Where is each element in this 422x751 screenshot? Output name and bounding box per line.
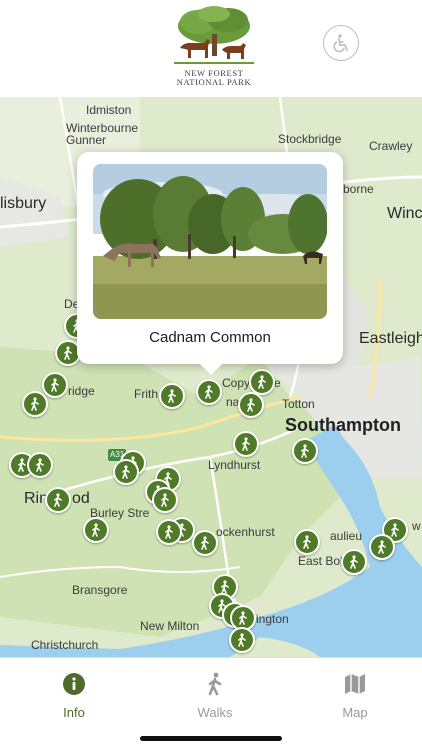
walker-icon (64, 346, 72, 360)
map-view[interactable]: Idmiston Winterbourne Gunner Stockbridge… (0, 97, 422, 657)
place-gunner: Gunner (66, 133, 107, 147)
walker-icon (168, 389, 176, 403)
place-beaulieu: aulieu (330, 529, 363, 543)
walker-icon (378, 540, 386, 554)
walker-icon (54, 493, 62, 507)
place-eastleigh: Eastleigh (359, 330, 422, 347)
tab-walks-label: Walks (197, 705, 233, 720)
place-christchurch: Christchurch (31, 638, 99, 652)
place-new-milton: New Milton (140, 619, 200, 633)
place-idmiston: Idmiston (86, 103, 132, 117)
place-borne: borne (343, 182, 374, 196)
place-lyndhurst: Lyndhurst (208, 458, 261, 472)
place-stockbridge: Stockbridge (278, 132, 342, 146)
logo-text-line2: NATIONAL PARK (176, 77, 252, 87)
place-salisbury: lisbury (0, 195, 47, 212)
walker-icon (122, 465, 130, 479)
walk-callout[interactable]: Cadnam Common (77, 152, 343, 375)
place-copythorne-end: e (274, 376, 281, 390)
place-lymington: ington (256, 612, 289, 626)
walker-icon (221, 580, 229, 594)
walk-marker[interactable] (196, 379, 222, 405)
walker-icon (301, 444, 309, 458)
tree-ponies-icon (174, 6, 254, 64)
callout-title: Cadnam Common (149, 329, 271, 346)
walker-icon (350, 555, 358, 569)
walker-icon (201, 536, 209, 550)
walk-marker[interactable] (233, 431, 259, 457)
walk-marker[interactable] (341, 549, 367, 575)
walk-marker[interactable] (27, 452, 53, 478)
place-crawley: Crawley (369, 139, 413, 153)
walk-marker[interactable] (238, 392, 264, 418)
walker-icon (391, 523, 399, 537)
walk-marker[interactable] (156, 519, 182, 545)
walker-icon (247, 398, 255, 412)
place-copythorne: Copy (222, 376, 251, 390)
place-frith: Frith (134, 387, 158, 401)
tab-info-label: Info (63, 705, 85, 720)
place-totton: Totton (282, 397, 315, 411)
walker-icon (242, 437, 250, 451)
walker-icon (205, 385, 213, 399)
place-fordingbridge: ridge (68, 384, 95, 398)
walker-icon (208, 672, 222, 696)
place-ringwood-end: od (72, 490, 90, 507)
walker-icon (239, 611, 247, 625)
walker-icon (36, 458, 44, 472)
walker-icon (161, 493, 169, 507)
place-southampton: Southampton (285, 415, 401, 435)
place-w: w (412, 519, 421, 533)
walker-icon (165, 525, 173, 539)
walk-marker[interactable] (229, 627, 255, 653)
walk-marker[interactable] (45, 487, 71, 513)
place-east-boldre: East Bol (298, 554, 343, 568)
walk-marker[interactable] (113, 459, 139, 485)
walk-marker[interactable] (192, 530, 218, 556)
walk-marker[interactable] (249, 369, 275, 395)
walk-marker[interactable] (152, 487, 178, 513)
new-forest-logo: NEW FOREST NATIONAL PARK (168, 6, 260, 88)
home-indicator[interactable] (140, 736, 282, 741)
app-header: NEW FOREST NATIONAL PARK (0, 0, 422, 97)
walker-icon (258, 375, 266, 389)
place-brockenhurst: ockenhurst (216, 525, 275, 539)
walker-icon (238, 633, 246, 647)
place-bransgore: Bransgore (72, 583, 128, 597)
walk-marker[interactable] (369, 534, 395, 560)
walker-icon (92, 523, 100, 537)
tab-map-label: Map (342, 705, 368, 720)
place-winchester: Winc (387, 205, 422, 222)
walk-marker[interactable] (42, 372, 68, 398)
walker-icon (31, 397, 39, 411)
info-icon (63, 673, 85, 695)
walk-marker[interactable] (159, 383, 185, 409)
map-icon (345, 674, 365, 694)
wheelchair-icon (333, 34, 348, 53)
walker-icon (51, 378, 59, 392)
walker-icon (303, 535, 311, 549)
walk-photo (93, 164, 327, 319)
accessibility-button[interactable] (323, 25, 359, 61)
walk-marker[interactable] (294, 529, 320, 555)
walk-marker[interactable] (292, 438, 318, 464)
tab-info[interactable]: Info (24, 672, 124, 720)
tab-map[interactable]: Map (305, 672, 405, 720)
walk-marker[interactable] (83, 517, 109, 543)
tab-walks[interactable]: Walks (165, 672, 265, 720)
walk-marker[interactable] (22, 391, 48, 417)
